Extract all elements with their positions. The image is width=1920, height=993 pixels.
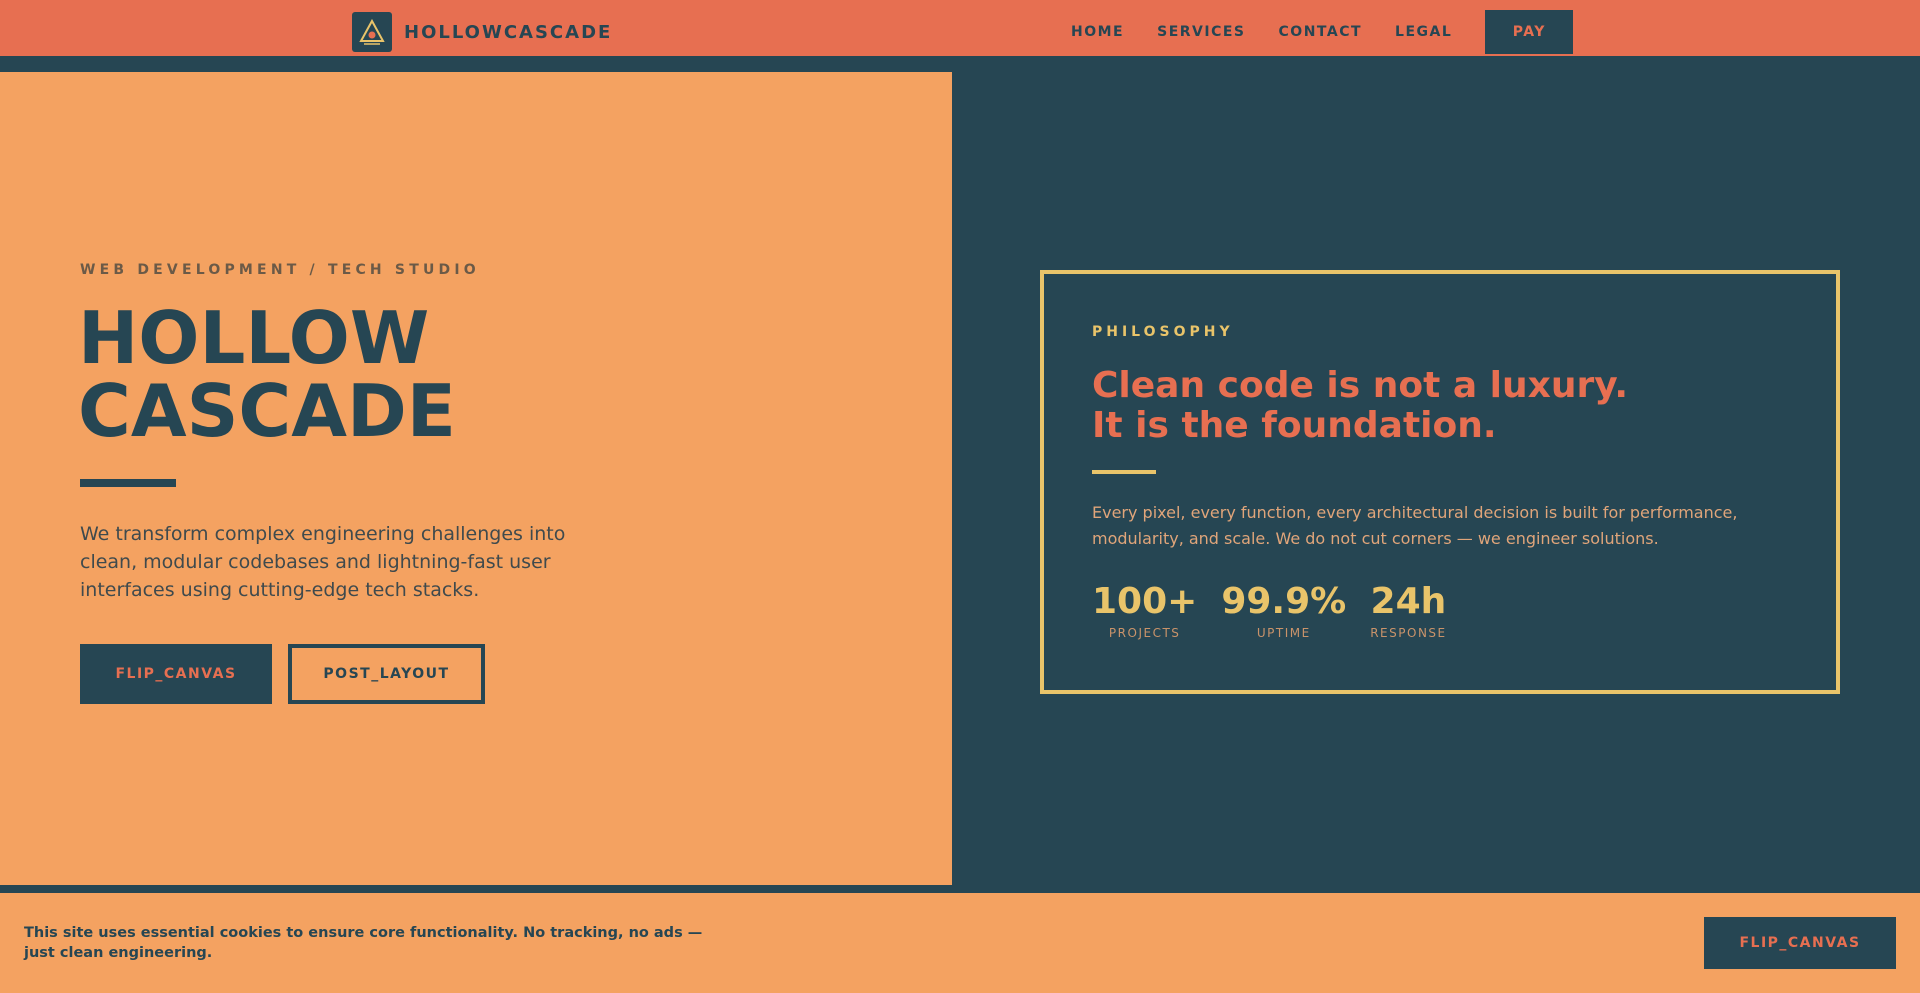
philosophy-text: Every pixel, every function, every archi… — [1092, 503, 1738, 548]
hero-title-line2: CASCADE — [78, 369, 456, 453]
stat-label: UPTIME — [1256, 626, 1311, 640]
stats-row: 100+ PROJECTS 99.9% UPTIME 24h RESPONSE — [1092, 581, 1471, 641]
hero-panel: WEB DEVELOPMENT / TECH STUDIO HOLLOW CAS… — [0, 72, 952, 885]
site-header: HOLLOWCASCADE HOME SERVICES CONTACT LEGA… — [0, 0, 1920, 64]
hero-title: HOLLOW CASCADE — [78, 302, 456, 448]
nav-legal[interactable]: LEGAL — [1395, 24, 1452, 40]
hero-eyebrow: WEB DEVELOPMENT / TECH STUDIO — [80, 262, 480, 278]
philosophy-heading-line1: Clean code is not a luxury. — [1092, 365, 1629, 406]
philosophy-divider — [1092, 470, 1156, 474]
philosophy-heading-line2: It is the foundation. — [1092, 405, 1497, 446]
philosophy-card: PHILOSOPHY Clean code is not a luxury. I… — [1040, 270, 1840, 694]
hero-title-line1: HOLLOW — [78, 296, 430, 380]
hero-description: We transform complex engineering challen… — [80, 523, 566, 601]
nav-home[interactable]: HOME — [1071, 24, 1124, 40]
nav-services[interactable]: SERVICES — [1157, 24, 1245, 40]
main-nav: HOME SERVICES CONTACT LEGAL PAY — [1071, 10, 1574, 54]
post-layout-button[interactable]: POST_LAYOUT — [288, 644, 485, 704]
pay-button[interactable]: PAY — [1485, 10, 1574, 54]
stat-response: 24h RESPONSE — [1370, 581, 1447, 641]
stat-projects: 100+ PROJECTS — [1092, 581, 1198, 641]
stat-value: 100+ — [1092, 581, 1198, 622]
brand[interactable]: HOLLOWCASCADE — [352, 12, 612, 52]
stat-value: 99.9% — [1221, 581, 1347, 622]
nav-contact[interactable]: CONTACT — [1279, 24, 1363, 40]
stat-uptime: 99.9% UPTIME — [1221, 581, 1347, 641]
stat-label: PROJECTS — [1108, 626, 1181, 640]
stat-label: RESPONSE — [1370, 626, 1447, 640]
triangle-eye-logo-icon — [352, 12, 392, 52]
brand-name: HOLLOWCASCADE — [404, 21, 613, 43]
flip-canvas-button[interactable]: FLIP_CANVAS — [80, 644, 272, 704]
hero-divider — [80, 479, 176, 487]
cookie-text: This site uses essential cookies to ensu… — [24, 925, 703, 961]
cookie-flip-canvas-button[interactable]: FLIP_CANVAS — [1704, 917, 1896, 969]
cookie-banner: This site uses essential cookies to ensu… — [0, 885, 1920, 993]
stat-value: 24h — [1370, 581, 1447, 622]
philosophy-eyebrow: PHILOSOPHY — [1092, 324, 1234, 340]
philosophy-heading: Clean code is not a luxury. It is the fo… — [1092, 366, 1628, 446]
